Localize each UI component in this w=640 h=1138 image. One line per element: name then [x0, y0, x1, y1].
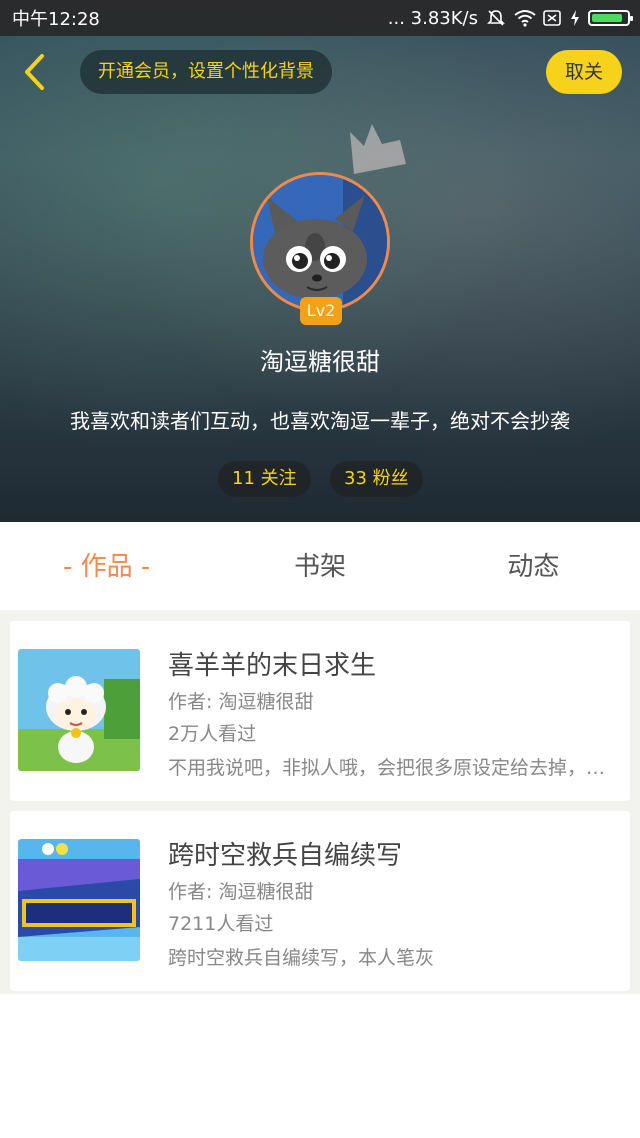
- unfollow-button[interactable]: 取关: [546, 50, 622, 94]
- work-views: 7211人看过: [168, 913, 274, 935]
- avatar-wolf-image: [253, 175, 387, 309]
- work-title: 跨时空救兵自编续写: [168, 841, 403, 871]
- vip-background-button[interactable]: 开通会员，设置个性化背景: [80, 50, 332, 94]
- work-author: 作者: 淘逗糖很甜: [168, 691, 314, 713]
- work-cover-image: [18, 839, 140, 961]
- chevron-left-icon: [25, 54, 44, 90]
- charging-icon: [570, 9, 580, 27]
- profile-tabs: - 作品 - 书架 动态: [0, 522, 640, 612]
- avatar[interactable]: [250, 172, 390, 312]
- work-cover-image: [18, 649, 140, 771]
- status-bar: 中午12:28 ... 3.83K/s: [0, 0, 640, 36]
- status-time: 中午12:28: [12, 9, 100, 30]
- work-title: 喜羊羊的末日求生: [168, 651, 377, 681]
- level-badge: Lv2: [300, 297, 342, 325]
- work-card[interactable]: 喜羊羊的末日求生 作者: 淘逗糖很甜 2万人看过 不用我说吧，非拟人哦，会把很多…: [10, 621, 630, 801]
- fans-count-button[interactable]: 33 粉丝: [330, 461, 423, 497]
- back-button[interactable]: [14, 50, 54, 94]
- tab-bookshelf[interactable]: 书架: [213, 522, 426, 612]
- tab-activity[interactable]: 动态: [427, 522, 640, 612]
- network-speed: ... 3.83K/s: [387, 7, 478, 29]
- user-bio: 我喜欢和读者们互动，也喜欢淘逗一辈子，绝对不会抄袭: [70, 409, 570, 433]
- work-description: 不用我说吧，非拟人哦，会把很多原设定给去掉，所以不用担心: [168, 757, 608, 779]
- profile-header: 中午12:28 ... 3.83K/s 开通会员，设置个性化背景 取关 Lv2 …: [0, 0, 640, 522]
- work-author: 作者: 淘逗糖很甜: [168, 881, 314, 903]
- work-card[interactable]: 跨时空救兵自编续写 作者: 淘逗糖很甜 7211人看过 跨时空救兵自编续写，本人…: [10, 811, 630, 991]
- wifi-icon: [514, 9, 536, 27]
- following-count-button[interactable]: 11 关注: [218, 461, 311, 497]
- sim-off-icon: [542, 9, 562, 27]
- mute-icon: [486, 9, 506, 27]
- user-nickname: 淘逗糖很甜: [260, 348, 380, 376]
- work-description: 跨时空救兵自编续写，本人笔灰: [168, 947, 435, 969]
- battery-icon: [588, 10, 633, 26]
- status-icons: ... 3.83K/s: [387, 7, 633, 29]
- tab-works[interactable]: - 作品 -: [0, 522, 213, 612]
- work-views: 2万人看过: [168, 723, 257, 745]
